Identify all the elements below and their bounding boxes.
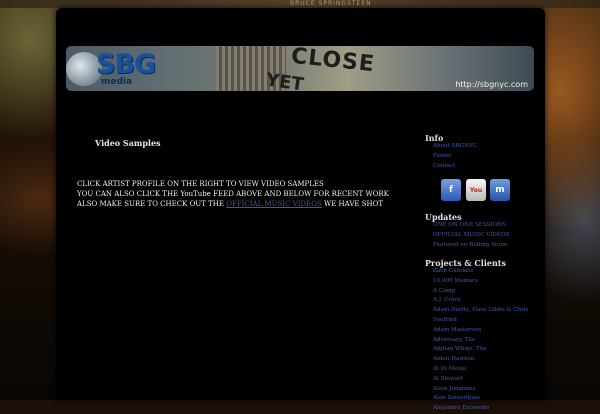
logo-subtext: media (101, 77, 133, 87)
message-line-1: CLICK ARTIST PROFILE ON THE RIGHT TO VIE… (77, 180, 324, 188)
project-link[interactable]: Adversary, The (433, 336, 543, 346)
banner-word-yet: YET (264, 69, 305, 91)
header-banner[interactable]: SBG media CLOSE YET http://sbgnyc.com (66, 46, 534, 91)
project-link[interactable]: Aiden Hawken (433, 355, 543, 365)
page-title: Video Samples (95, 138, 161, 148)
banner-word-close: CLOSE (289, 46, 377, 78)
project-link[interactable]: Al Stewart (433, 375, 543, 385)
project-link[interactable]: Afghan Whigs, The (433, 345, 543, 355)
updates-links: ONE ON ONE SESSIONS OFFICIAL MUSIC VIDEO… (433, 221, 543, 250)
updates-link[interactable]: Featured on Rolling Stone (433, 241, 543, 251)
message-line-2: YOU CAN ALSO CLICK THE YouTube FEED ABOV… (77, 190, 389, 198)
info-link[interactable]: About SBGNYC (433, 142, 543, 152)
background-top-name: BRUCE SPRINGSTEEN (290, 0, 372, 7)
message-line-3: ALSO MAKE SURE TO CHECK OUT THE OFFICIAL… (77, 199, 389, 209)
official-music-videos-link[interactable]: OFFICIAL MUSIC VIDEOS (226, 200, 322, 208)
facebook-icon-glyph: f (449, 185, 453, 195)
main-message: CLICK ARTIST PROFILE ON THE RIGHT TO VIE… (77, 179, 389, 209)
project-link[interactable]: Adam Masterson (433, 326, 543, 336)
myspace-icon-glyph: m (495, 185, 505, 195)
myspace-icon[interactable]: m (490, 179, 510, 201)
project-link[interactable]: 10,000 Maniacs (433, 277, 543, 287)
projects-links: Zach Gutekiss 10,000 Maniacs A Camp A.J.… (433, 267, 543, 414)
youtube-icon[interactable]: You (466, 179, 486, 201)
info-link[interactable]: Footer (433, 152, 543, 162)
project-link[interactable]: Alan Semerdjian (433, 394, 543, 404)
project-link[interactable]: A.J. Croce (433, 296, 543, 306)
project-link[interactable]: Seefried (433, 316, 543, 326)
banner-url: http://sbgnyc.com (455, 80, 528, 89)
facebook-icon[interactable]: f (441, 179, 461, 201)
project-link[interactable]: Zach Gutekiss (433, 267, 543, 277)
project-link[interactable]: A Camp (433, 287, 543, 297)
info-links: About SBGNYC Footer Contact (433, 142, 543, 171)
message-line-3-after: WE HAVE SHOT (321, 200, 384, 208)
updates-link[interactable]: OFFICIAL MUSIC VIDEOS (433, 231, 543, 241)
updates-link[interactable]: ONE ON ONE SESSIONS (433, 221, 543, 231)
youtube-icon-glyph: You (469, 186, 483, 194)
project-link[interactable]: Alejandro Escovedo (433, 404, 543, 414)
project-link[interactable]: Alain Johannes (433, 385, 543, 395)
project-link[interactable]: Al Di Meola (433, 365, 543, 375)
message-line-3-before: ALSO MAKE SURE TO CHECK OUT THE (77, 200, 227, 208)
logo-text: SBG (96, 49, 156, 80)
project-link[interactable]: Adam Duritz, Dave Gibbs & Chris (433, 306, 543, 316)
info-link[interactable]: Contact (433, 162, 543, 172)
